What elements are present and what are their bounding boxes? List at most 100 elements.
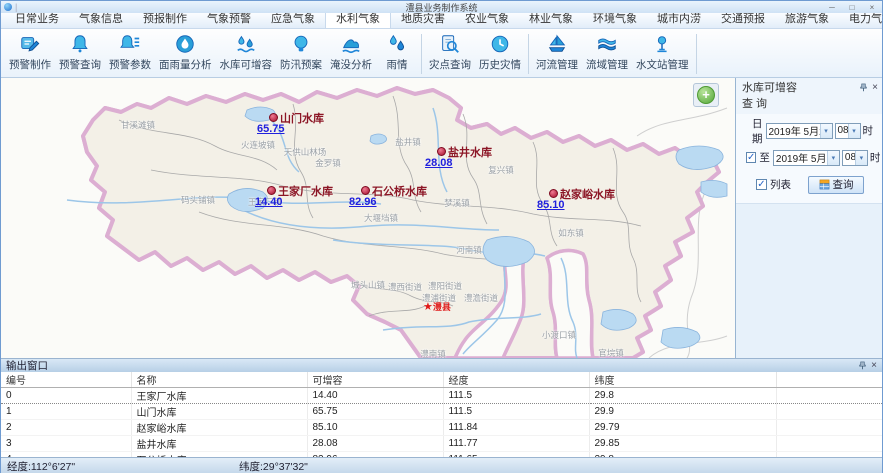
hour-to-select[interactable]: 08▾ [842,150,868,166]
close-icon[interactable]: × [871,360,877,371]
pin-icon[interactable] [858,361,867,370]
column-header-编号[interactable]: 编号 [1,372,131,388]
toolbar-button-河流管理[interactable]: 河流管理 [532,31,582,77]
toolbar-button-流域管理[interactable]: 流域管理 [582,31,632,77]
toolbar-button-预警制作[interactable]: 预警制作 [5,31,55,77]
list-label: 列表 [770,177,791,192]
table-cell [776,404,882,420]
town-label-澧南镇: 澧南镇 [420,348,446,358]
table-cell: 14.40 [307,388,443,404]
toolbar-button-label: 河流管理 [536,57,578,72]
pin-icon[interactable] [859,83,868,92]
town-label-盐井镇: 盐井镇 [395,136,421,148]
toolbar-button-水库可增容[interactable]: 水库可增容 [216,31,277,77]
toolbar-button-label: 预警制作 [9,57,51,72]
date-to-select[interactable]: 2019年 5月25日▾ [773,150,840,166]
toolbar-button-预警查询[interactable]: 预警查询 [55,31,105,77]
column-header-经度[interactable]: 经度 [443,372,589,388]
town-label-澧浦街道: 澧浦街道 [422,292,456,304]
map-zoom-control: + [693,83,719,107]
table-row[interactable]: 2赵家峪水库85.10111.8429.79 [1,420,882,436]
zoom-in-button[interactable]: + [697,86,715,104]
chevron-down-icon: ▾ [827,151,839,165]
toolbar-button-label: 预警查询 [59,57,101,72]
reservoir-marker-icon [267,186,276,195]
chevron-down-icon: ▾ [848,124,860,138]
map-area[interactable]: ★澧县 甘溪滩镇火连坡镇天供山林场盐井镇金罗镇复兴镇码头铺镇王家厂镇梦溪镇大堰垱… [1,78,735,358]
town-label-如东镇: 如东镇 [558,227,584,239]
toolbar-button-label: 灾点查询 [429,57,471,72]
chevron-down-icon: ▾ [855,151,867,165]
minimize-button[interactable]: ─ [825,3,839,12]
town-label-甘溪滩镇: 甘溪滩镇 [121,119,155,131]
reservoir-capacity-icon [235,32,257,56]
table-cell: 1 [1,404,131,420]
toolbar-button-label: 面雨量分析 [159,57,212,72]
table-cell: 盐井水库 [131,436,307,452]
column-header-filler[interactable] [776,372,882,388]
date-from-select[interactable]: 2019年 5月24日▾ [766,123,833,139]
toolbar-separator [528,34,529,74]
disaster-search-icon [439,32,461,56]
toolbar-button-label: 水库可增容 [220,57,273,72]
column-header-纬度[interactable]: 纬度 [589,372,776,388]
table-row[interactable]: 0王家厂水库14.40111.529.8 [1,388,882,404]
output-panel: 输出窗口 × 编号名称可增容经度纬度0王家厂水库14.40111.529.81山… [1,358,882,457]
panel-subtitle: 查 询 [736,95,882,114]
town-label-澧阳街道: 澧阳街道 [428,280,462,292]
panel-empty-area [736,204,882,358]
table-row[interactable]: 1山门水库65.75111.529.9 [1,404,882,420]
column-header-名称[interactable]: 名称 [131,372,307,388]
reservoir-name: 石公桥水库 [372,183,427,199]
town-label-澧澹街道: 澧澹街道 [464,292,498,304]
hour-suffix-label: 时 [870,150,881,165]
maximize-button[interactable]: □ [845,3,859,12]
reservoir-value: 14.40 [255,196,283,208]
table-cell: 111.5 [443,388,589,404]
column-header-可增容[interactable]: 可增容 [307,372,443,388]
table-cell: 2 [1,420,131,436]
toolbar-button-雨情[interactable]: 雨情 [376,31,418,77]
toolbar-button-label: 防汛预案 [280,57,322,72]
toolbar-button-label: 流域管理 [586,57,628,72]
content-area: ★澧县 甘溪滩镇火连坡镇天供山林场盐井镇金罗镇复兴镇码头铺镇王家厂镇梦溪镇大堰垱… [1,78,882,358]
date-label: 日期 [752,116,763,146]
flood-plan-icon [290,32,312,56]
table-cell [776,388,882,404]
alert-params-icon [119,32,141,56]
disaster-history-icon [489,32,511,56]
output-table[interactable]: 编号名称可增容经度纬度0王家厂水库14.40111.529.81山门水库65.7… [1,372,882,457]
town-label-澧西街道: 澧西街道 [388,281,422,293]
reservoir-marker-icon [361,186,370,195]
hour-from-select[interactable]: 08▾ [835,123,861,139]
reservoir-name: 王家厂水库 [278,183,333,199]
reservoir-value: 28.08 [425,157,453,169]
close-icon[interactable]: × [872,82,878,93]
table-cell: 111.5 [443,404,589,420]
to-date-checkbox[interactable]: ✓ [746,152,756,163]
table-cell: 29.9 [589,404,776,420]
town-label-复兴镇: 复兴镇 [488,164,514,176]
table-cell: 28.08 [307,436,443,452]
list-checkbox[interactable]: ✓ [756,179,767,190]
table-cell: 29.8 [589,388,776,404]
town-label-码头铺镇: 码头铺镇 [181,194,215,206]
status-longitude: 经度:112°6'27" [1,459,233,473]
query-button[interactable]: 查询 [808,176,864,194]
toolbar-button-历史灾情[interactable]: 历史灾情 [475,31,525,77]
reservoir-value: 65.75 [257,123,285,135]
toolbar-button-label: 历史灾情 [479,57,521,72]
close-button[interactable]: × [865,3,879,12]
toolbar-button-淹没分析[interactable]: 淹没分析 [326,31,376,77]
toolbar-button-label: 雨情 [387,57,408,72]
toolbar-button-预警参数[interactable]: 预警参数 [105,31,155,77]
toolbar-separator [696,34,697,74]
table-row[interactable]: 3盐井水库28.08111.7729.85 [1,436,882,452]
toolbar-button-灾点查询[interactable]: 灾点查询 [425,31,475,77]
toolbar-button-防汛预案[interactable]: 防汛预案 [276,31,326,77]
table-cell: 山门水库 [131,404,307,420]
toolbar-button-面雨量分析[interactable]: 面雨量分析 [155,31,216,77]
toolbar-button-水文站管理[interactable]: 水文站管理 [632,31,693,77]
reservoir-marker-icon [269,113,278,122]
table-cell: 29.85 [589,436,776,452]
